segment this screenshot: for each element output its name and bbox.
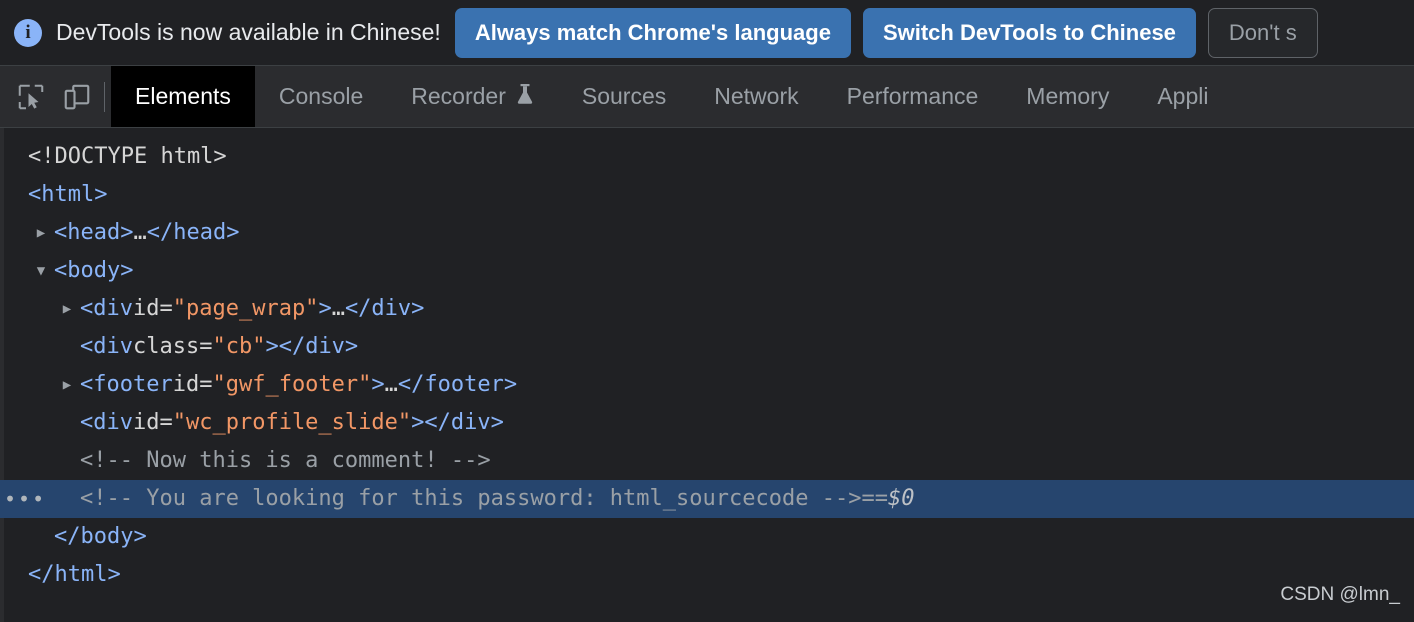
dom-token: "page_wrap" <box>172 296 319 321</box>
devtools-tabbar: Elements Console Recorder Sources Networ… <box>0 66 1414 128</box>
devtools-language-banner: i DevTools is now available in Chinese! … <box>0 0 1414 66</box>
dom-tree-rows: <!DOCTYPE html> <html> ▶ <head>… </head> ▼ <bo… <box>0 138 1414 594</box>
dom-tree-row[interactable]: ▼ <body> <box>0 252 1414 290</box>
dom-token: <div <box>80 334 133 359</box>
dom-tree-row[interactable]: <!DOCTYPE html> <box>0 138 1414 176</box>
dom-token: "cb" <box>212 334 266 359</box>
tool-icon-group <box>0 66 102 127</box>
dom-tree-row[interactable]: ▶ <div id = "page_wrap" >… </div> <box>0 290 1414 328</box>
dom-token: </div> <box>424 410 504 435</box>
dom-token: id <box>132 410 160 435</box>
dom-token: <html> <box>28 182 108 207</box>
dom-token: </div> <box>278 334 359 359</box>
tab-memory-label: Memory <box>1026 83 1110 109</box>
dom-tree-row[interactable]: ▶ <footer id = "gwf_footer" >… </footer> <box>0 366 1414 404</box>
tab-sources-label: Sources <box>581 83 667 109</box>
dom-tree-row[interactable]: </body> <box>0 518 1414 556</box>
dom-tree-row-selected[interactable]: ••• <!-- You are looking for this passwor… <box>0 480 1414 518</box>
dom-token: > <box>371 372 385 397</box>
tab-console[interactable]: Console <box>255 66 387 127</box>
dom-token: </body> <box>54 524 147 549</box>
dom-token: <div <box>80 410 133 435</box>
dom-token: … <box>133 220 147 245</box>
dom-token: id <box>172 372 200 397</box>
dom-token: </html> <box>28 562 121 587</box>
dom-token: <footer <box>80 372 173 397</box>
tab-network[interactable]: Network <box>690 66 822 127</box>
csdn-watermark: CSDN @lmn_ <box>1280 584 1400 605</box>
dom-token: $0 <box>887 486 915 511</box>
chevron-right-icon[interactable]: ▶ <box>54 290 80 328</box>
tab-memory[interactable]: Memory <box>1002 66 1133 127</box>
device-toolbar-icon[interactable] <box>62 82 92 112</box>
tab-elements[interactable]: Elements <box>111 66 255 127</box>
elements-dom-tree[interactable]: <!DOCTYPE html> <html> ▶ <head>… </head> ▼ <bo… <box>0 128 1414 622</box>
dom-token: </head> <box>146 220 240 245</box>
tab-application-label: Appli <box>1157 83 1209 109</box>
dom-token: class <box>132 334 200 359</box>
chevron-down-icon[interactable]: ▼ <box>28 252 54 290</box>
dom-token: "wc_profile_slide" <box>172 410 412 435</box>
dom-token: = <box>159 410 173 435</box>
dom-tree-row[interactable]: <!-- Now this is a comment! --> <box>0 442 1414 480</box>
dom-token: "gwf_footer" <box>212 372 372 397</box>
inspect-element-icon[interactable] <box>16 82 46 112</box>
dom-token: > <box>265 334 279 359</box>
dom-tree-row[interactable]: </html> <box>0 556 1414 594</box>
dom-token: </div> <box>344 296 425 321</box>
chevron-right-icon[interactable]: ▶ <box>28 214 54 252</box>
dom-token: <!-- You are looking for this password: … <box>80 486 862 511</box>
dom-token: … <box>331 296 345 321</box>
dom-token: <body> <box>54 258 134 283</box>
tab-performance[interactable]: Performance <box>823 66 1003 127</box>
dom-token: id <box>132 296 160 321</box>
tab-recorder[interactable]: Recorder <box>387 66 558 127</box>
tab-recorder-label: Recorder <box>411 83 506 109</box>
dom-token: > <box>318 296 332 321</box>
tab-sources[interactable]: Sources <box>558 66 690 127</box>
tab-performance-label: Performance <box>846 83 979 109</box>
info-icon: i <box>14 18 42 47</box>
dom-token: <!-- Now this is a comment! --> <box>80 448 491 473</box>
tab-console-label: Console <box>278 83 364 109</box>
dom-token: <!DOCTYPE html> <box>28 144 227 169</box>
dom-tree-row[interactable]: <html> <box>0 176 1414 214</box>
dom-token: … <box>384 372 398 397</box>
dom-token: > <box>411 410 425 435</box>
banner-message: DevTools is now available in Chinese! <box>56 19 441 45</box>
dom-token: = <box>199 334 213 359</box>
tab-elements-label: Elements <box>135 83 231 109</box>
dom-token: <head> <box>54 220 134 245</box>
dom-tree-row[interactable]: <div class = "cb" > </div> <box>0 328 1414 366</box>
dom-token: <div <box>80 296 133 321</box>
dom-token: = <box>159 296 173 321</box>
dom-token: = <box>199 372 213 397</box>
dom-token: == <box>861 486 888 511</box>
chevron-right-icon[interactable]: ▶ <box>54 366 80 404</box>
dom-tree-row[interactable]: ▶ <head>… </head> <box>0 214 1414 252</box>
dom-token: </footer> <box>397 372 518 397</box>
always-match-chrome-language-button[interactable]: Always match Chrome's language <box>454 7 851 58</box>
dom-tree-row[interactable]: <div id = "wc_profile_slide" > </div> <box>0 404 1414 442</box>
experimental-flask-icon <box>516 83 534 111</box>
tab-network-label: Network <box>714 83 799 109</box>
dont-show-again-button[interactable]: Don't s <box>1207 7 1318 58</box>
tab-application[interactable]: Appli <box>1133 66 1232 127</box>
expand-badge-icon[interactable]: ••• <box>4 489 46 509</box>
toolbar-divider <box>104 81 105 112</box>
switch-devtools-to-chinese-button[interactable]: Switch DevTools to Chinese <box>862 7 1196 58</box>
